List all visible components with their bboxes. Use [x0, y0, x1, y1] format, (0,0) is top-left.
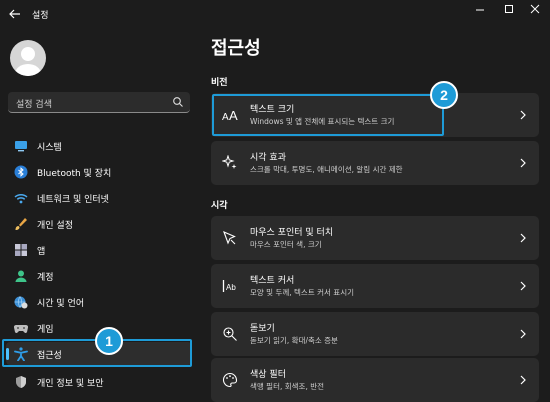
card-description: 모양 및 두께, 텍스트 커서 표시기 — [250, 288, 355, 297]
sidebar-item-label: 네트워크 및 인터넷 — [37, 195, 109, 205]
globe-clock-icon — [14, 296, 28, 309]
avatar[interactable] — [10, 40, 46, 76]
sidebar-item-network[interactable]: 네트워크 및 인터넷 — [6, 186, 192, 209]
maximize-icon[interactable] — [499, 3, 519, 17]
card-title: 돋보기 — [250, 324, 275, 334]
sidebar-item-personalization[interactable]: 개인 설정 — [6, 212, 192, 235]
mouse-pointer-icon — [223, 230, 236, 245]
card-description: 스크롤 막대, 투명도, 애니메이션, 알림 시간 제한 — [250, 165, 403, 174]
close-icon[interactable] — [525, 3, 545, 17]
minimize-icon[interactable] — [470, 3, 490, 17]
search-icon[interactable] — [172, 96, 184, 108]
section-title-vision: 비전 — [211, 78, 228, 88]
title-bar: 설정 — [0, 0, 550, 28]
chevron-right-icon — [520, 329, 526, 339]
search-placeholder: 설정 검색 — [16, 100, 52, 110]
chevron-right-icon — [520, 110, 526, 120]
card-description: 마우스 포인터 색, 크기 — [250, 240, 322, 249]
card-description: 돋보기 읽기, 확대/축소 증분 — [250, 336, 338, 345]
svg-text:Ab: Ab — [226, 283, 236, 292]
sidebar-item-label: 시간 및 언어 — [37, 299, 85, 309]
apps-icon — [15, 244, 27, 256]
sidebar-item-label: 개인 정보 및 보안 — [37, 379, 104, 389]
sidebar-item-time-language[interactable]: 시간 및 언어 — [6, 290, 192, 313]
step-badge-2: 2 — [430, 81, 458, 109]
wifi-icon — [14, 193, 28, 204]
page-title: 접근성 — [211, 38, 261, 59]
card-magnifier[interactable]: 돋보기 돋보기 읽기, 확대/축소 증분 — [211, 312, 539, 356]
app-title: 설정 — [32, 11, 49, 21]
sidebar-item-label: Bluetooth 및 장치 — [37, 169, 112, 179]
sparkle-icon — [222, 155, 237, 169]
sidebar-item-label: 시스템 — [37, 143, 62, 153]
card-visual-effects[interactable]: 시각 효과 스크롤 막대, 투명도, 애니메이션, 알림 시간 제한 — [211, 141, 539, 185]
user-silhouette-icon — [15, 47, 41, 76]
section-title-hearing: 시각 — [211, 201, 228, 211]
text-cursor-icon: Ab — [222, 280, 236, 292]
account-icon — [15, 270, 27, 282]
sidebar-item-bluetooth[interactable]: Bluetooth 및 장치 — [6, 160, 192, 183]
step-badge-1: 1 — [95, 327, 123, 355]
sidebar-item-accounts[interactable]: 계정 — [6, 264, 192, 287]
chevron-right-icon — [520, 281, 526, 291]
magnifier-icon — [223, 327, 237, 341]
chevron-right-icon — [520, 158, 526, 168]
sidebar-item-privacy-security[interactable]: 개인 정보 및 보안 — [6, 370, 192, 393]
sidebar-item-label: 개인 설정 — [37, 221, 73, 231]
sidebar-item-label: 계정 — [37, 273, 54, 283]
brush-icon — [15, 218, 27, 230]
color-filter-icon — [222, 372, 238, 388]
sidebar-item-label: 앱 — [37, 247, 46, 257]
bluetooth-icon — [14, 165, 28, 179]
sidebar-item-apps[interactable]: 앱 — [6, 238, 192, 261]
search-input[interactable]: 설정 검색 — [8, 92, 190, 113]
card-description: 색맹 필터, 회색조, 반전 — [250, 382, 325, 391]
card-title: 텍스트 커서 — [250, 276, 295, 286]
back-arrow-icon[interactable] — [8, 7, 22, 21]
gamepad-icon — [14, 324, 28, 333]
monitor-icon — [15, 141, 27, 152]
highlight-box-text-size — [212, 94, 444, 136]
card-title: 시각 효과 — [250, 153, 286, 163]
card-title: 색상 필터 — [250, 370, 286, 380]
card-mouse-pointer-touch[interactable]: 마우스 포인터 및 터치 마우스 포인터 색, 크기 — [211, 216, 539, 260]
shield-icon — [16, 376, 26, 388]
card-title: 마우스 포인터 및 터치 — [250, 228, 334, 238]
sidebar-item-system[interactable]: 시스템 — [6, 134, 192, 157]
card-color-filters[interactable]: 색상 필터 색맹 필터, 회색조, 반전 — [211, 358, 539, 402]
chevron-right-icon — [520, 375, 526, 385]
chevron-right-icon — [520, 233, 526, 243]
sidebar-item-label: 게임 — [37, 325, 54, 335]
card-text-cursor[interactable]: Ab 텍스트 커서 모양 및 두께, 텍스트 커서 표시기 — [211, 264, 539, 308]
